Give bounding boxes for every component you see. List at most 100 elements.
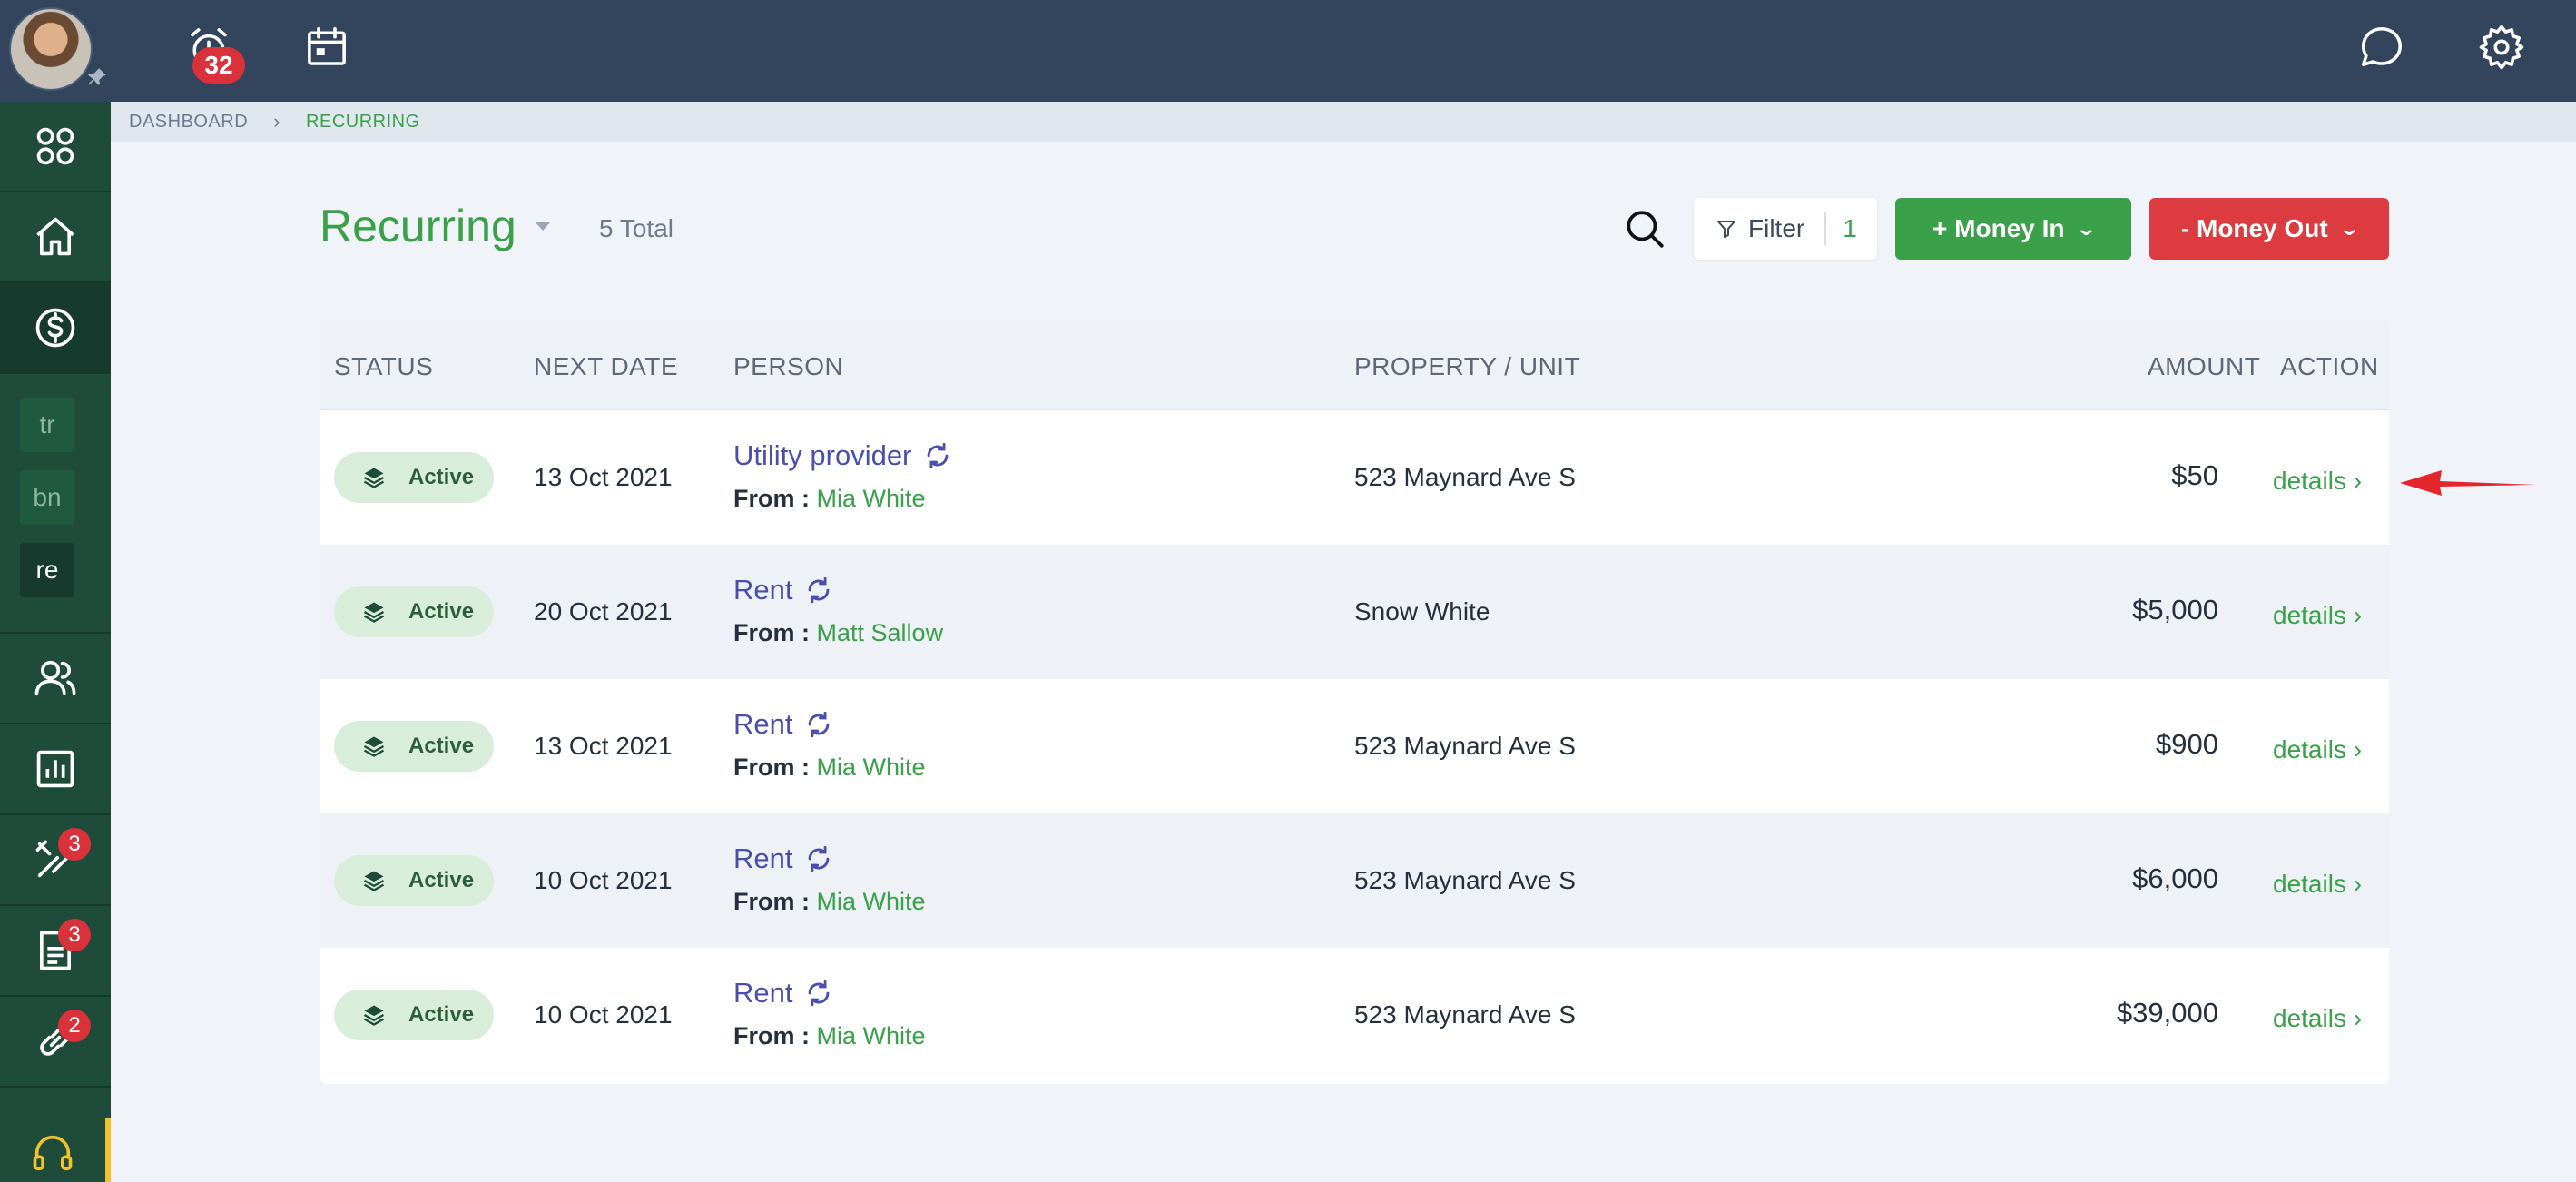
transaction-title: Rent [733, 708, 793, 740]
layers-icon [363, 736, 385, 757]
transaction-title-link[interactable]: Rent [733, 977, 834, 1010]
sidebar-shortcuts: tr bn re [0, 374, 111, 634]
table-row[interactable]: Active 13 Oct 2021 Rent From : Mia White… [320, 679, 2389, 813]
shortcut-chip[interactable]: tr [20, 398, 74, 452]
next-date: 13 Oct 2021 [534, 732, 673, 760]
transaction-title-link[interactable]: Utility provider [733, 439, 953, 472]
sidebar-item-links[interactable]: 2 [0, 997, 111, 1088]
from-name-link[interactable]: Matt Sallow [817, 619, 944, 646]
transaction-title: Utility provider [733, 439, 912, 471]
gear-icon[interactable] [2473, 18, 2531, 76]
breadcrumb: DASHBOARD › RECURRING [111, 102, 2576, 142]
transaction-title-link[interactable]: Rent [733, 708, 834, 741]
filter-label: Filter [1748, 214, 1805, 242]
recurring-icon [809, 980, 830, 1007]
column-status[interactable]: STATUS [334, 352, 433, 381]
status-badge: Active [334, 855, 494, 906]
from-line: From : Mia White [733, 1022, 926, 1050]
details-link[interactable]: details › [2273, 1004, 2362, 1033]
sidebar-item-apps[interactable] [0, 102, 111, 192]
details-link[interactable]: details › [2273, 870, 2362, 899]
from-name-link[interactable]: Mia White [817, 888, 926, 915]
from-name-link[interactable]: Mia White [817, 754, 926, 781]
shortcut-chip[interactable]: re [20, 543, 74, 597]
column-action: ACTION [2280, 352, 2379, 380]
chevron-down-icon: ⌄ [2336, 217, 2361, 240]
transaction-title: Rent [733, 574, 793, 606]
recurring-icon [809, 711, 830, 738]
sidebar-item-reports[interactable] [0, 724, 111, 815]
pin-icon[interactable] [85, 65, 111, 91]
next-date: 20 Oct 2021 [534, 597, 673, 625]
table-row[interactable]: Active 13 Oct 2021 Utility provider From… [320, 410, 2389, 545]
page-title[interactable]: Recurring [320, 200, 551, 252]
divider [1824, 212, 1827, 245]
shortcut-chip[interactable]: bn [20, 470, 74, 525]
badge-count: 2 [58, 1010, 91, 1042]
details-link[interactable]: details › [2273, 467, 2362, 496]
status-badge: Active [334, 452, 494, 503]
filter-button[interactable]: Filter 1 [1694, 198, 1877, 260]
column-next-date[interactable]: NEXT DATE [534, 352, 678, 381]
from-name-link[interactable]: Mia White [817, 485, 926, 512]
amount: $5,000 [2132, 594, 2218, 625]
table-row[interactable]: Active 10 Oct 2021 Rent From : Mia White… [320, 948, 2389, 1082]
chat-icon[interactable] [2353, 18, 2411, 76]
breadcrumb-separator: › [273, 110, 281, 133]
amount: $39,000 [2116, 997, 2218, 1029]
property-unit: 523 Maynard Ave S [1354, 732, 1576, 760]
search-icon [1627, 211, 1664, 248]
column-person[interactable]: PERSON [733, 352, 843, 381]
sidebar-item-home[interactable] [0, 192, 111, 283]
from-line: From : Matt Sallow [733, 619, 943, 647]
status-text: Active [408, 599, 475, 624]
from-label: From : [733, 485, 810, 512]
page-title-text: Recurring [320, 201, 516, 251]
recurring-icon [809, 845, 830, 872]
transaction-title: Rent [733, 977, 793, 1009]
recurring-table: STATUS NEXT DATE PERSON PROPERTY / UNIT … [320, 320, 2389, 1084]
breadcrumb-current: RECURRING [306, 111, 420, 132]
table-row[interactable]: Active 20 Oct 2021 Rent From : Matt Sall… [320, 545, 2389, 679]
money-out-button[interactable]: - Money Out ⌄ [2149, 198, 2389, 260]
search-button[interactable] [1617, 202, 1672, 256]
sidebar-item-money[interactable] [0, 283, 111, 374]
sidebar-item-people[interactable] [0, 634, 111, 724]
amount: $900 [2156, 728, 2218, 760]
caret-down-icon [534, 222, 551, 231]
money-in-button[interactable]: + Money In ⌄ [1895, 198, 2131, 260]
column-amount[interactable]: AMOUNT [2148, 352, 2260, 381]
top-bar: 32 [0, 0, 2576, 102]
next-date: 13 Oct 2021 [534, 463, 673, 491]
transaction-title-link[interactable]: Rent [733, 574, 834, 606]
calendar-icon[interactable] [298, 18, 356, 76]
breadcrumb-dashboard[interactable]: DASHBOARD [129, 112, 248, 133]
avatar[interactable] [9, 7, 93, 91]
transaction-title-link[interactable]: Rent [733, 842, 834, 875]
sidebar-item-maintenance[interactable]: 3 [0, 815, 111, 906]
details-link[interactable]: details › [2273, 601, 2362, 630]
from-label: From : [733, 754, 810, 781]
status-text: Active [408, 1002, 475, 1027]
sidebar-item-documents[interactable]: 3 [0, 906, 111, 997]
status-badge: Active [334, 990, 494, 1040]
amount: $6,000 [2132, 862, 2218, 894]
details-link[interactable]: details › [2273, 735, 2362, 764]
money-out-label: - Money Out [2180, 214, 2328, 242]
alarm-badge: 32 [192, 47, 245, 84]
next-date: 10 Oct 2021 [534, 1000, 673, 1029]
column-property[interactable]: PROPERTY / UNIT [1354, 352, 1580, 381]
status-text: Active [408, 868, 475, 892]
layers-icon [363, 1005, 385, 1026]
from-name-link[interactable]: Mia White [817, 1022, 926, 1049]
chart-icon [36, 750, 74, 788]
sidebar-item-support[interactable] [0, 1118, 111, 1182]
status-badge: Active [334, 586, 494, 637]
property-unit: 523 Maynard Ave S [1354, 463, 1576, 491]
badge-count: 3 [58, 828, 91, 861]
chevron-down-icon: ⌄ [2073, 217, 2098, 240]
table-row[interactable]: Active 10 Oct 2021 Rent From : Mia White… [320, 813, 2389, 948]
filter-count: 1 [1843, 214, 1857, 242]
apps-grid-icon [36, 127, 74, 165]
transaction-title: Rent [733, 842, 793, 874]
